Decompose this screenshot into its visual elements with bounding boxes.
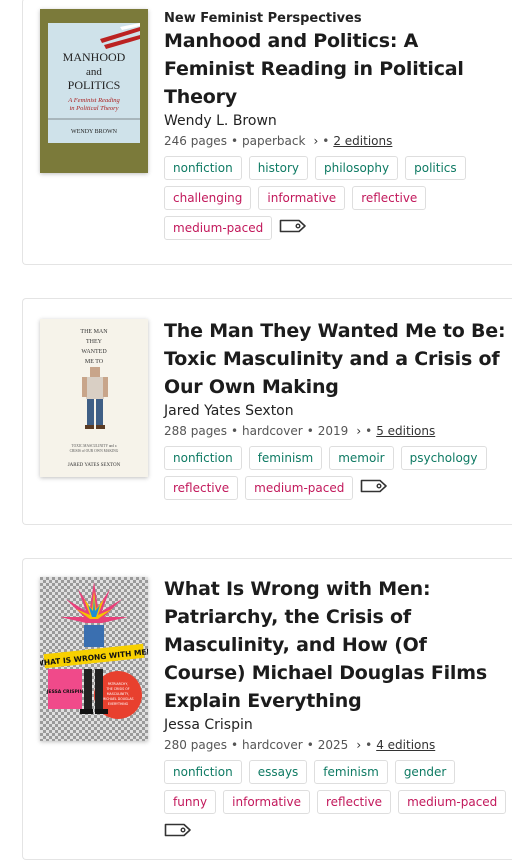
chevron-right-icon[interactable]: › [313, 134, 318, 148]
book-title[interactable]: Manhood and Politics: A Feminist Reading… [164, 27, 509, 111]
book-format: hardcover [242, 738, 303, 752]
svg-text:JESSA CRISPIN: JESSA CRISPIN [46, 689, 84, 695]
svg-text:MASCULINITY,: MASCULINITY, [107, 692, 129, 696]
svg-text:A Feminist Reading: A Feminist Reading [67, 97, 120, 104]
tag-pace[interactable]: informative [258, 186, 346, 210]
svg-text:WENDY BROWN: WENDY BROWN [71, 129, 118, 135]
svg-text:THE CRISIS OF: THE CRISIS OF [105, 687, 129, 691]
svg-text:MANHOOD: MANHOOD [63, 50, 126, 64]
tag-pace[interactable]: funny [164, 790, 217, 814]
svg-text:and: and [86, 66, 102, 78]
svg-text:POLITICS: POLITICS [68, 78, 121, 92]
tag-label-icon[interactable] [279, 216, 307, 236]
book-meta: 288 pages • hardcover • 2019 › • 5 editi… [164, 424, 509, 438]
tag-pace[interactable]: medium-paced [398, 790, 507, 814]
svg-text:TOXIC MASCULINITY and a: TOXIC MASCULINITY and a [71, 444, 116, 448]
editions-link[interactable]: 2 editions [333, 134, 392, 148]
svg-text:PATRIARCHY,: PATRIARCHY, [108, 682, 129, 686]
meta-separator: • [230, 134, 239, 148]
book-author[interactable]: Wendy L. Brown [164, 113, 509, 129]
svg-text:CRISIS of OUR OWN MAKING: CRISIS of OUR OWN MAKING [70, 449, 119, 453]
tag-pace[interactable]: reflective [352, 186, 427, 210]
book-info: What Is Wrong with Men: Patriarchy, the … [164, 575, 509, 840]
tag-mood[interactable]: feminism [248, 446, 323, 470]
svg-text:in Political Theory: in Political Theory [69, 105, 118, 112]
editions-link[interactable]: 4 editions [376, 738, 435, 752]
tag-mood[interactable]: gender [394, 760, 456, 784]
page-count: 280 pages [164, 738, 227, 752]
series-name[interactable]: New Feminist Perspectives [164, 11, 509, 26]
cover-art: WHAT IS WRONG WITH MEN JESSA CRISPIN PAT… [40, 577, 148, 741]
book-format: paperback [242, 134, 306, 148]
book-author[interactable]: Jessa Crispin [164, 717, 509, 733]
chevron-right-icon[interactable]: › [356, 424, 361, 438]
svg-text:THEY: THEY [86, 339, 103, 345]
book-info: The Man They Wanted Me to Be: Toxic Masc… [164, 317, 509, 500]
book-card: THE MAN THEY WANTED ME TO BE TOXIC MASCU… [22, 298, 512, 525]
tag-mood[interactable]: feminism [314, 760, 388, 784]
svg-text:EVERYTHING: EVERYTHING [108, 702, 129, 706]
tag-label-icon[interactable] [360, 476, 388, 496]
meta-separator: • [306, 424, 314, 438]
svg-text:ME TO: ME TO [85, 359, 104, 365]
editions-link[interactable]: 5 editions [376, 424, 435, 438]
book-title[interactable]: The Man They Wanted Me to Be: Toxic Masc… [164, 317, 509, 401]
tag-pace[interactable]: reflective [164, 476, 239, 500]
tag-mood[interactable]: psychology [400, 446, 487, 470]
tag-mood[interactable]: nonfiction [164, 156, 242, 180]
tag-list: nonfiction feminism memoir psychology re… [164, 446, 509, 500]
tag-mood[interactable]: essays [248, 760, 308, 784]
publish-year: 2019 [317, 424, 349, 438]
book-info: New Feminist Perspectives Manhood and Po… [164, 11, 509, 240]
tag-mood[interactable]: nonfiction [164, 760, 242, 784]
book-cover[interactable]: MANHOOD and POLITICS A Feminist Reading … [40, 9, 148, 173]
svg-text:JARED YATES SEXTON: JARED YATES SEXTON [68, 463, 121, 468]
svg-text:WANTED: WANTED [81, 349, 107, 355]
meta-separator: • [230, 738, 239, 752]
tag-pace[interactable]: informative [223, 790, 310, 814]
tag-pace[interactable]: medium-paced [245, 476, 354, 500]
book-format: hardcover [242, 424, 303, 438]
tag-list: nonfiction essays feminism gender funny … [164, 760, 509, 840]
svg-text:MICHAEL DOUGLAS: MICHAEL DOUGLAS [102, 697, 133, 701]
meta-separator: • [322, 134, 330, 148]
book-author[interactable]: Jared Yates Sexton [164, 403, 509, 419]
meta-separator: • [306, 738, 314, 752]
tag-mood[interactable]: history [248, 156, 308, 180]
chevron-right-icon[interactable]: › [356, 738, 361, 752]
book-cover[interactable]: THE MAN THEY WANTED ME TO BE TOXIC MASCU… [40, 319, 148, 477]
svg-text:THE MAN: THE MAN [80, 329, 108, 335]
book-title[interactable]: What Is Wrong with Men: Patriarchy, the … [164, 575, 509, 715]
cover-art: THE MAN THEY WANTED ME TO BE TOXIC MASCU… [40, 319, 148, 477]
book-card: WHAT IS WRONG WITH MEN JESSA CRISPIN PAT… [22, 558, 512, 860]
meta-separator: • [230, 424, 239, 438]
publish-year: 2025 [317, 738, 349, 752]
tag-mood[interactable]: nonfiction [164, 446, 242, 470]
tag-mood[interactable]: philosophy [314, 156, 399, 180]
tag-label-icon[interactable] [164, 820, 192, 840]
meta-separator: • [365, 424, 373, 438]
tag-pace[interactable]: medium-paced [164, 216, 273, 240]
tag-list: nonfiction history philosophy politics c… [164, 156, 509, 240]
page-count: 288 pages [164, 424, 227, 438]
book-cover[interactable]: WHAT IS WRONG WITH MEN JESSA CRISPIN PAT… [40, 577, 148, 741]
cover-art: MANHOOD and POLITICS A Feminist Reading … [40, 9, 148, 173]
meta-separator: • [365, 738, 373, 752]
tag-mood[interactable]: memoir [329, 446, 394, 470]
tag-pace[interactable]: challenging [164, 186, 252, 210]
page-count: 246 pages [164, 134, 227, 148]
book-card: MANHOOD and POLITICS A Feminist Reading … [22, 0, 512, 265]
book-meta: 280 pages • hardcover • 2025 › • 4 editi… [164, 738, 509, 752]
tag-pace[interactable]: reflective [316, 790, 392, 814]
tag-mood[interactable]: politics [405, 156, 466, 180]
book-meta: 246 pages • paperback › • 2 editions [164, 134, 509, 148]
